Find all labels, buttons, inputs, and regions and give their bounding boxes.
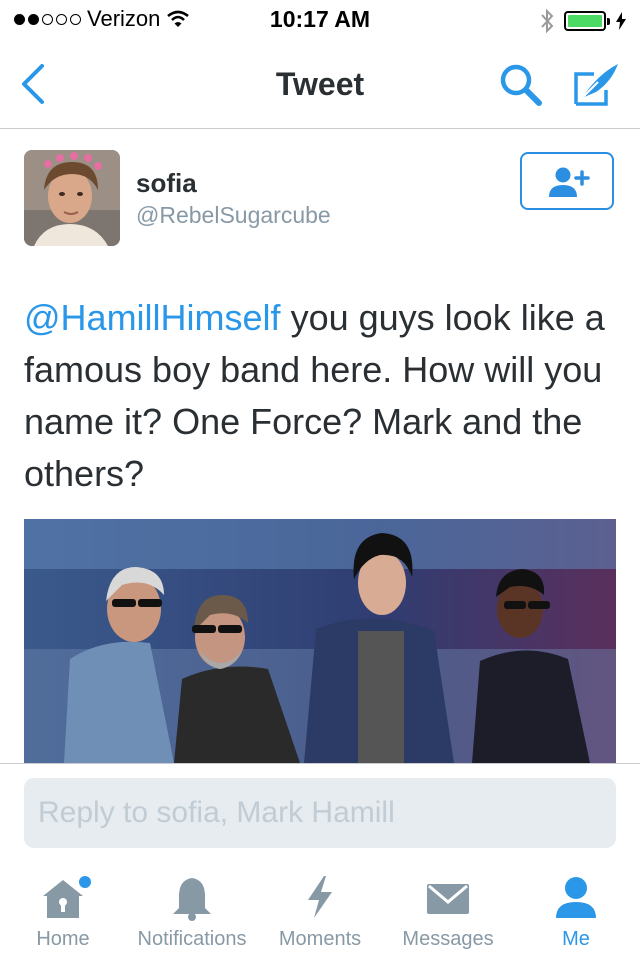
nav-bar: Tweet — [0, 40, 640, 129]
person-icon — [556, 877, 596, 918]
search-icon[interactable] — [496, 60, 544, 108]
battery-icon — [564, 11, 610, 31]
mention-link[interactable]: @HamillHimself — [24, 297, 281, 338]
status-right — [540, 8, 626, 34]
charging-bolt-icon — [616, 12, 626, 30]
page-title: Tweet — [275, 66, 365, 102]
follow-button[interactable] — [520, 152, 614, 210]
notification-dot — [79, 876, 91, 888]
tab-me[interactable]: Me — [546, 872, 606, 951]
lightning-icon — [308, 876, 332, 918]
home-icon — [43, 876, 91, 918]
author-name[interactable]: sofia — [136, 168, 197, 199]
envelope-icon — [427, 884, 469, 914]
tab-bar: Home Notifications Moments Messages Me — [0, 862, 640, 960]
reply-bar: Reply to sofia, Mark Hamill — [0, 763, 640, 862]
tab-notifications[interactable]: Notifications — [130, 872, 254, 951]
tab-messages[interactable]: Messages — [398, 872, 498, 951]
tweet-photo-image — [24, 519, 616, 763]
avatar[interactable] — [24, 150, 120, 246]
tab-messages-label: Messages — [402, 928, 494, 950]
battery-fill — [568, 15, 602, 27]
tab-home[interactable]: Home — [30, 872, 96, 951]
follow-user-icon — [549, 167, 590, 197]
tab-notifications-label: Notifications — [137, 928, 247, 950]
bluetooth-icon — [541, 8, 554, 34]
tab-moments[interactable]: Moments — [274, 872, 366, 951]
status-bar: Verizon 10:17 AM — [0, 0, 640, 40]
reply-input[interactable]: Reply to sofia, Mark Hamill — [24, 778, 616, 848]
avatar-image — [24, 150, 120, 246]
compose-icon[interactable] — [572, 60, 622, 108]
bell-icon — [173, 878, 211, 921]
author-handle[interactable]: @RebelSugarcube — [136, 202, 331, 229]
tweet-text: @HamillHimself you guys look like a famo… — [24, 292, 624, 500]
tab-moments-label: Moments — [278, 928, 362, 950]
tweet-photo[interactable] — [24, 519, 616, 763]
tab-home-label: Home — [36, 928, 90, 950]
tab-me-label: Me — [562, 928, 590, 950]
